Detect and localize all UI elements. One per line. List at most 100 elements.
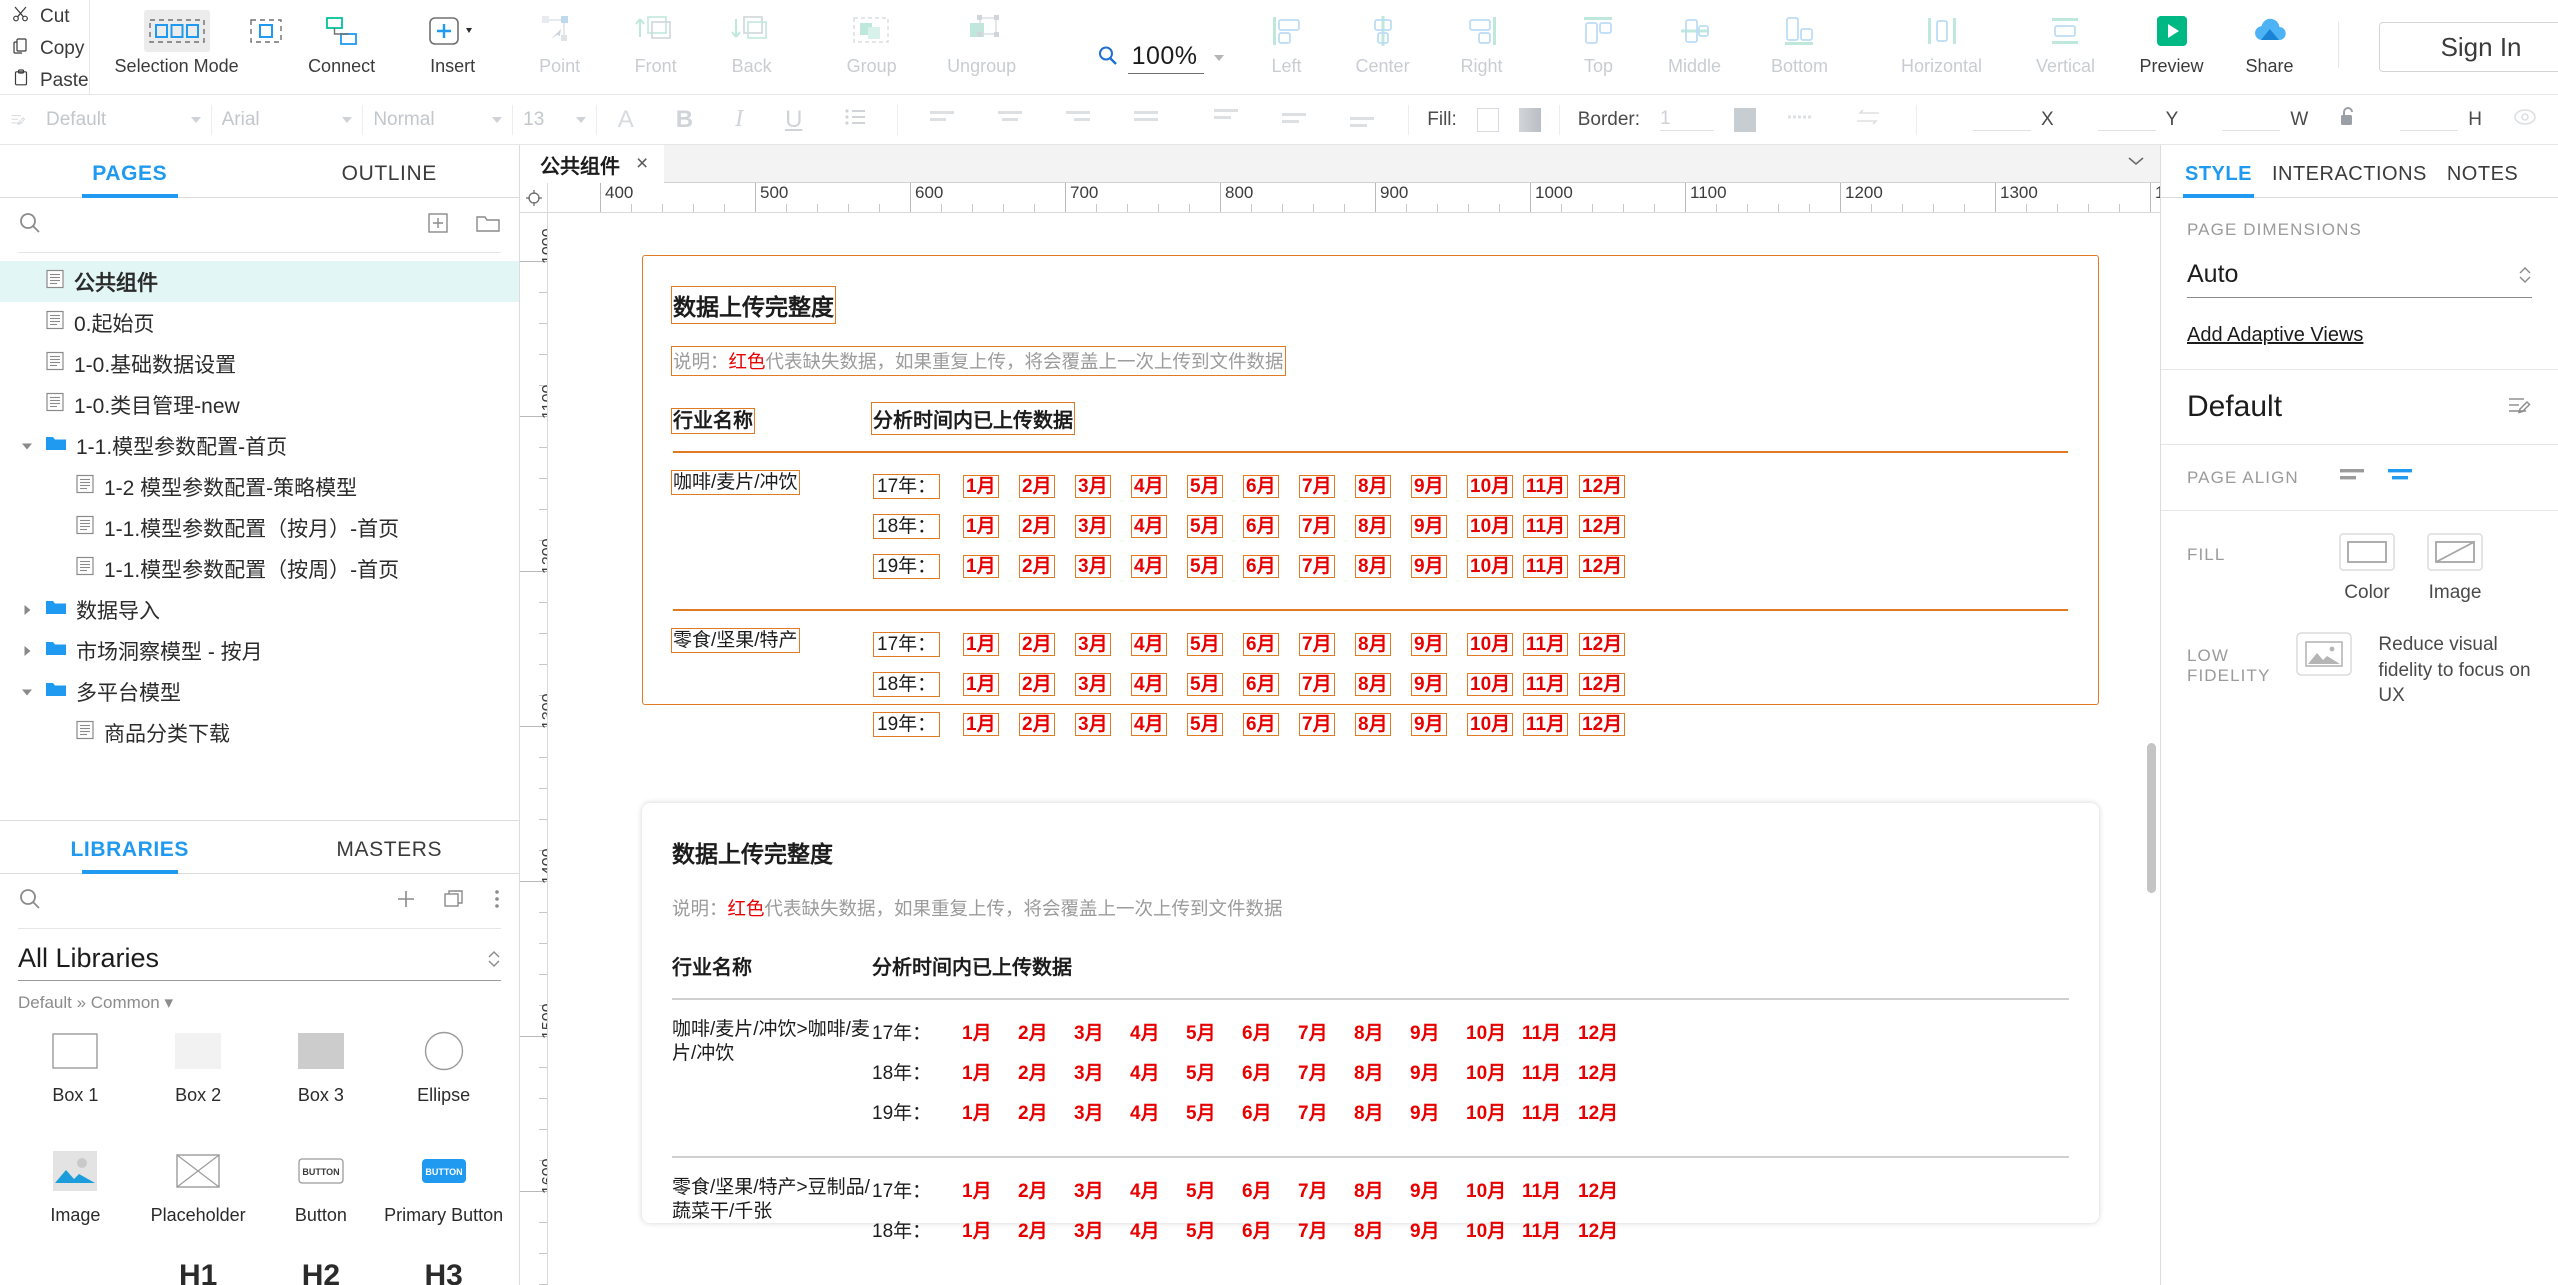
month-badge[interactable]: 4月: [1131, 709, 1187, 736]
chevron-right-icon[interactable]: [18, 603, 36, 617]
border-color-swatch[interactable]: [1724, 95, 1766, 145]
border-style-button[interactable]: [1766, 95, 1834, 145]
widget-item[interactable]: Image: [14, 1147, 137, 1259]
month-badge[interactable]: 5月: [1186, 1216, 1242, 1243]
month-badge[interactable]: 12月: [1579, 669, 1635, 696]
month-badge[interactable]: 9月: [1410, 1176, 1466, 1203]
table-row[interactable]: 19年： 1月 2月 3月 4月 5月 6月 7月 8月 9月 10月 11月 12月: [673, 551, 2068, 591]
month-badge[interactable]: 5月: [1187, 471, 1243, 498]
fill-color-option[interactable]: Color: [2339, 533, 2395, 604]
month-badge[interactable]: 8月: [1355, 709, 1411, 736]
month-badge[interactable]: 12月: [1579, 511, 1635, 538]
month-badge[interactable]: 2月: [1019, 551, 1075, 578]
month-badge[interactable]: 9月: [1411, 709, 1467, 736]
month-badge[interactable]: 3月: [1074, 1018, 1130, 1045]
month-badge[interactable]: 6月: [1242, 1176, 1298, 1203]
month-badge[interactable]: 12月: [1579, 471, 1635, 498]
month-badge[interactable]: 12月: [1578, 1216, 1634, 1243]
month-badge[interactable]: 5月: [1186, 1098, 1242, 1125]
month-badge[interactable]: 2月: [1019, 471, 1075, 498]
month-badge[interactable]: 8月: [1354, 1018, 1410, 1045]
table-row[interactable]: 咖啡/麦片/冲饮 17年： 1月 2月 3月 4月 5月 6月 7月 8月 9月 10月 11月 12月: [671, 470, 2068, 511]
month-badge[interactable]: 4月: [1130, 1176, 1186, 1203]
ungroup-button[interactable]: Ungroup: [924, 0, 1040, 94]
group-button[interactable]: Group: [820, 0, 924, 94]
border-width-input[interactable]: 1: [1650, 95, 1724, 145]
month-badge[interactable]: 1月: [962, 1176, 1018, 1203]
month-badge[interactable]: 9月: [1411, 511, 1467, 538]
month-badge[interactable]: 12月: [1578, 1176, 1634, 1203]
tab-style[interactable]: STYLE: [2175, 163, 2262, 198]
month-badge[interactable]: 3月: [1075, 511, 1131, 538]
month-badge[interactable]: 6月: [1243, 551, 1299, 578]
month-badge[interactable]: 8月: [1355, 471, 1411, 498]
text-align-right-button[interactable]: [1044, 95, 1112, 145]
add-folder-icon[interactable]: [475, 212, 501, 239]
month-badge[interactable]: 5月: [1186, 1058, 1242, 1085]
canvas-tab-active[interactable]: 公共组件 ×: [520, 145, 665, 183]
month-badge[interactable]: 7月: [1299, 669, 1355, 696]
month-badge[interactable]: 11月: [1523, 551, 1579, 578]
month-badge[interactable]: 10月: [1467, 669, 1523, 696]
month-badge[interactable]: 7月: [1299, 471, 1355, 498]
font-size-select[interactable]: 13: [513, 95, 596, 145]
align-center-button[interactable]: Center: [1330, 0, 1436, 94]
page-item[interactable]: 公共组件: [0, 261, 519, 302]
italic-button[interactable]: I: [714, 95, 764, 145]
month-badge[interactable]: 1月: [963, 669, 1019, 696]
month-badge[interactable]: 9月: [1411, 629, 1467, 656]
ruler-origin-icon[interactable]: [520, 183, 548, 212]
month-badge[interactable]: 11月: [1523, 511, 1579, 538]
month-badge[interactable]: 10月: [1467, 511, 1523, 538]
page-item[interactable]: 1-1.模型参数配置（按周）-首页: [0, 548, 519, 589]
month-badge[interactable]: 4月: [1131, 669, 1187, 696]
align-right-button[interactable]: Right: [1436, 0, 1528, 94]
font-family-select[interactable]: Arial: [212, 95, 363, 145]
month-badge[interactable]: 2月: [1019, 629, 1075, 656]
paste-button[interactable]: Paste: [12, 68, 89, 94]
month-badge[interactable]: 5月: [1187, 511, 1243, 538]
month-badge[interactable]: 7月: [1299, 629, 1355, 656]
month-badge[interactable]: 4月: [1130, 1018, 1186, 1045]
month-badge[interactable]: 9月: [1410, 1058, 1466, 1085]
month-badge[interactable]: 10月: [1466, 1058, 1522, 1085]
month-badge[interactable]: 3月: [1075, 471, 1131, 498]
month-badge[interactable]: 4月: [1131, 471, 1187, 498]
arrow-style-button[interactable]: [1834, 95, 1902, 145]
underline-button[interactable]: U: [764, 95, 823, 145]
month-badge[interactable]: 5月: [1187, 629, 1243, 656]
text-align-left-button[interactable]: [908, 95, 976, 145]
library-select[interactable]: All Libraries: [18, 943, 501, 981]
month-badge[interactable]: 1月: [963, 629, 1019, 656]
valign-middle-button[interactable]: [1260, 95, 1328, 145]
month-badge[interactable]: 10月: [1466, 1018, 1522, 1045]
month-badge[interactable]: 11月: [1522, 1216, 1578, 1243]
month-badge[interactable]: 3月: [1074, 1216, 1130, 1243]
month-badge[interactable]: 7月: [1298, 1176, 1354, 1203]
month-badge[interactable]: 7月: [1299, 551, 1355, 578]
month-badge[interactable]: 10月: [1466, 1216, 1522, 1243]
page-item[interactable]: 1-0.基础数据设置: [0, 343, 519, 384]
month-badge[interactable]: 3月: [1074, 1176, 1130, 1203]
library-menu-icon[interactable]: [493, 888, 501, 915]
text-color-button[interactable]: A: [597, 95, 655, 145]
page-dimensions-select[interactable]: Auto: [2187, 254, 2532, 298]
month-badge[interactable]: 1月: [963, 511, 1019, 538]
widget-item[interactable]: Box 2: [137, 1027, 260, 1139]
month-badge[interactable]: 1月: [962, 1098, 1018, 1125]
table-row[interactable]: 18年： 1月 2月 3月 4月 5月 6月 7月 8月 9月 10月 11月 12月: [672, 1058, 2069, 1098]
page-item[interactable]: 多平台模型: [0, 671, 519, 712]
month-badge[interactable]: 5月: [1187, 669, 1243, 696]
month-badge[interactable]: 6月: [1243, 709, 1299, 736]
lock-aspect-button[interactable]: [2318, 95, 2378, 145]
month-badge[interactable]: 6月: [1242, 1216, 1298, 1243]
selection-mode-alt-button[interactable]: [242, 0, 290, 94]
tab-pages[interactable]: PAGES: [0, 162, 260, 197]
month-badge[interactable]: 12月: [1578, 1058, 1634, 1085]
month-badge[interactable]: 4月: [1131, 551, 1187, 578]
artboard-card[interactable]: 数据上传完整度 说明：红色代表缺失数据，如果重复上传，将会覆盖上一次上传到文件数…: [642, 803, 2099, 1242]
month-badge[interactable]: 5月: [1186, 1176, 1242, 1203]
month-badge[interactable]: 7月: [1299, 511, 1355, 538]
month-badge[interactable]: 11月: [1522, 1058, 1578, 1085]
month-badge[interactable]: 12月: [1579, 709, 1635, 736]
